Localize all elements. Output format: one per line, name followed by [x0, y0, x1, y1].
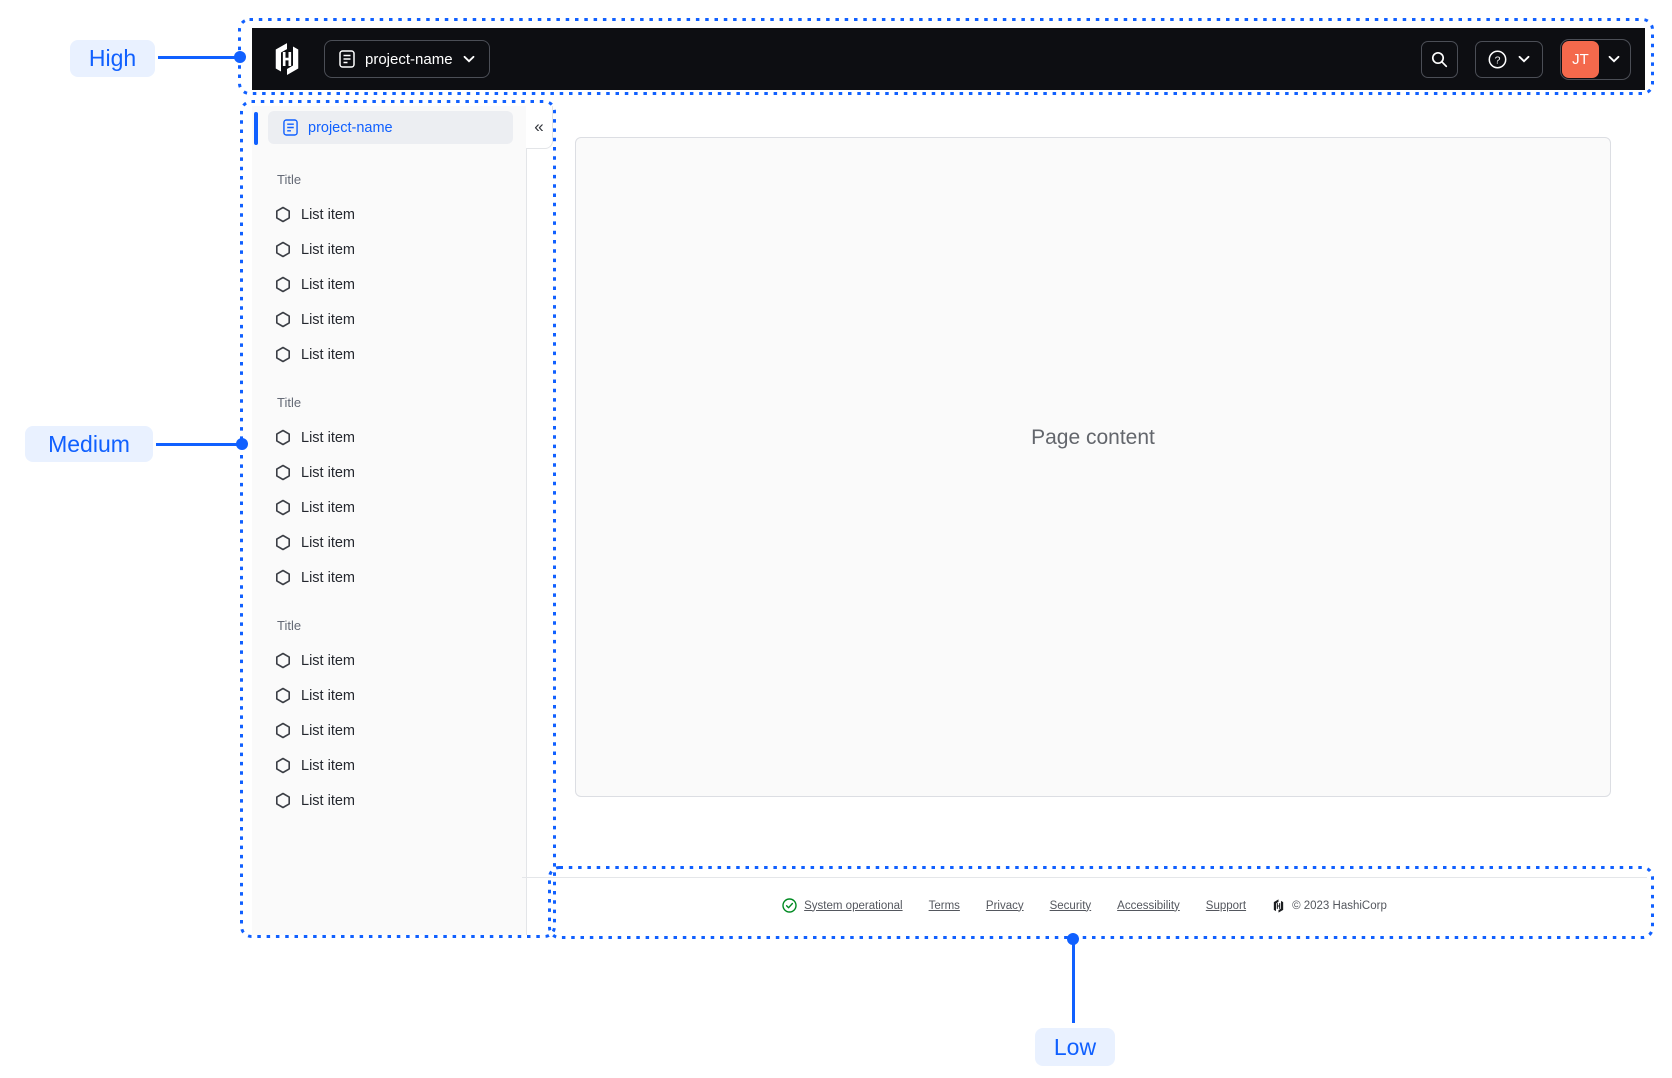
sidebar-item-label: List item — [301, 464, 355, 481]
sidebar-item-label: List item — [301, 722, 355, 739]
sidebar-item[interactable]: List item — [252, 643, 526, 678]
document-icon — [283, 119, 298, 136]
chevron-down-icon — [463, 55, 474, 63]
sidebar-item[interactable]: List item — [252, 490, 526, 525]
sidebar-item[interactable]: List item — [252, 525, 526, 560]
sidebar-section-title: Title — [277, 171, 302, 187]
hexagon-icon — [275, 429, 290, 446]
sidebar-item-label: List item — [301, 687, 355, 704]
sidebar-project-label: project-name — [308, 119, 393, 136]
screenshot-canvas: High Medium Low project-name ? JT projec… — [0, 0, 1672, 1078]
page-content-placeholder: Page content — [1031, 426, 1155, 449]
svg-text:?: ? — [1495, 54, 1501, 66]
footer-link-accessibility[interactable]: Accessibility — [1117, 900, 1180, 912]
sidebar-item-label: List item — [301, 429, 355, 446]
search-icon — [1431, 51, 1448, 67]
hexagon-icon — [275, 464, 290, 481]
sidebar-item-label: List item — [301, 346, 355, 363]
active-indicator-bar — [254, 112, 258, 145]
sidebar-item-label: List item — [301, 569, 355, 586]
sidebar-item[interactable]: List item — [252, 455, 526, 490]
annotation-label-medium: Medium — [25, 426, 153, 462]
copyright: © 2023 HashiCorp — [1272, 898, 1387, 913]
avatar: JT — [1562, 40, 1599, 78]
hexagon-icon — [275, 757, 290, 774]
hexagon-icon — [275, 276, 290, 293]
sidebar-project-item[interactable]: project-name — [268, 111, 513, 144]
system-status-link[interactable]: System operational — [804, 900, 902, 912]
sidebar-section-title: Title — [277, 617, 302, 633]
search-button[interactable] — [1421, 40, 1458, 78]
chevron-down-icon — [1608, 55, 1620, 63]
sidebar-item[interactable]: List item — [252, 678, 526, 713]
sidebar-section: Title List item List item List item List… — [252, 615, 526, 818]
chevron-down-icon — [1518, 55, 1530, 63]
sidebar-section: Title List item List item List item List… — [252, 392, 526, 595]
annotation-connector-low — [1072, 941, 1075, 1023]
footer-link-privacy[interactable]: Privacy — [986, 900, 1024, 912]
sidebar-item-label: List item — [301, 499, 355, 516]
copyright-text: © 2023 HashiCorp — [1292, 899, 1387, 912]
sidebar-item[interactable]: List item — [252, 560, 526, 595]
hexagon-icon — [275, 499, 290, 516]
document-icon — [339, 50, 355, 68]
sidebar-item[interactable]: List item — [252, 232, 526, 267]
annotation-label-high: High — [70, 40, 155, 77]
sidebar-item[interactable]: List item — [252, 783, 526, 818]
hexagon-icon — [275, 792, 290, 809]
footer-link-support[interactable]: Support — [1206, 900, 1246, 912]
sidebar-item[interactable]: List item — [252, 713, 526, 748]
hexagon-icon — [275, 652, 290, 669]
navbar-right-group: ? JT — [1421, 38, 1631, 80]
hexagon-icon — [275, 722, 290, 739]
sidebar-collapse-button[interactable]: « — [526, 106, 553, 149]
sidebar-item[interactable]: List item — [252, 748, 526, 783]
footer: System operational Terms Privacy Securit… — [522, 877, 1647, 933]
sidebar-item[interactable]: List item — [252, 197, 526, 232]
hexagon-icon — [275, 206, 290, 223]
annotation-dot-medium — [236, 438, 248, 450]
sidebar-item-label: List item — [301, 534, 355, 551]
sidebar-item-label: List item — [301, 206, 355, 223]
sidebar-item[interactable]: List item — [252, 420, 526, 455]
sidebar-section: Title List item List item List item List… — [252, 169, 526, 372]
sidebar: project-name « Title List item List item… — [252, 106, 553, 935]
top-navbar: project-name ? JT — [252, 28, 1645, 90]
annotation-label-low: Low — [1035, 1028, 1115, 1066]
hexagon-icon — [275, 687, 290, 704]
sidebar-item-label: List item — [301, 311, 355, 328]
sidebar-item-label: List item — [301, 652, 355, 669]
hashicorp-logo-icon — [1273, 898, 1284, 913]
check-circle-icon — [782, 898, 797, 913]
hexagon-icon — [275, 346, 290, 363]
account-menu-button[interactable]: JT — [1560, 38, 1631, 80]
annotation-connector-medium — [156, 443, 238, 446]
sidebar-item[interactable]: List item — [252, 337, 526, 372]
sidebar-nav: Title List item List item List item List… — [252, 149, 526, 818]
sidebar-header: project-name — [252, 106, 526, 149]
hexagon-icon — [275, 311, 290, 328]
project-switcher-button[interactable]: project-name — [324, 40, 490, 78]
sidebar-item-label: List item — [301, 276, 355, 293]
sidebar-item[interactable]: List item — [252, 302, 526, 337]
footer-link-security[interactable]: Security — [1050, 900, 1092, 912]
main-content: Page content — [575, 137, 1611, 797]
sidebar-item-label: List item — [301, 757, 355, 774]
hashicorp-logo-icon — [275, 43, 299, 75]
sidebar-item-label: List item — [301, 792, 355, 809]
sidebar-item-label: List item — [301, 241, 355, 258]
sidebar-item[interactable]: List item — [252, 267, 526, 302]
annotation-dot-high — [234, 51, 246, 63]
help-icon: ? — [1488, 50, 1507, 68]
annotation-connector-high — [158, 56, 236, 59]
annotation-dot-low — [1067, 933, 1079, 945]
project-switcher-label: project-name — [365, 50, 453, 68]
hexagon-icon — [275, 534, 290, 551]
sidebar-section-title: Title — [277, 394, 302, 410]
footer-link-terms[interactable]: Terms — [929, 900, 960, 912]
hexagon-icon — [275, 569, 290, 586]
help-menu-button[interactable]: ? — [1475, 40, 1543, 78]
system-status: System operational — [782, 898, 903, 913]
hexagon-icon — [275, 241, 290, 258]
